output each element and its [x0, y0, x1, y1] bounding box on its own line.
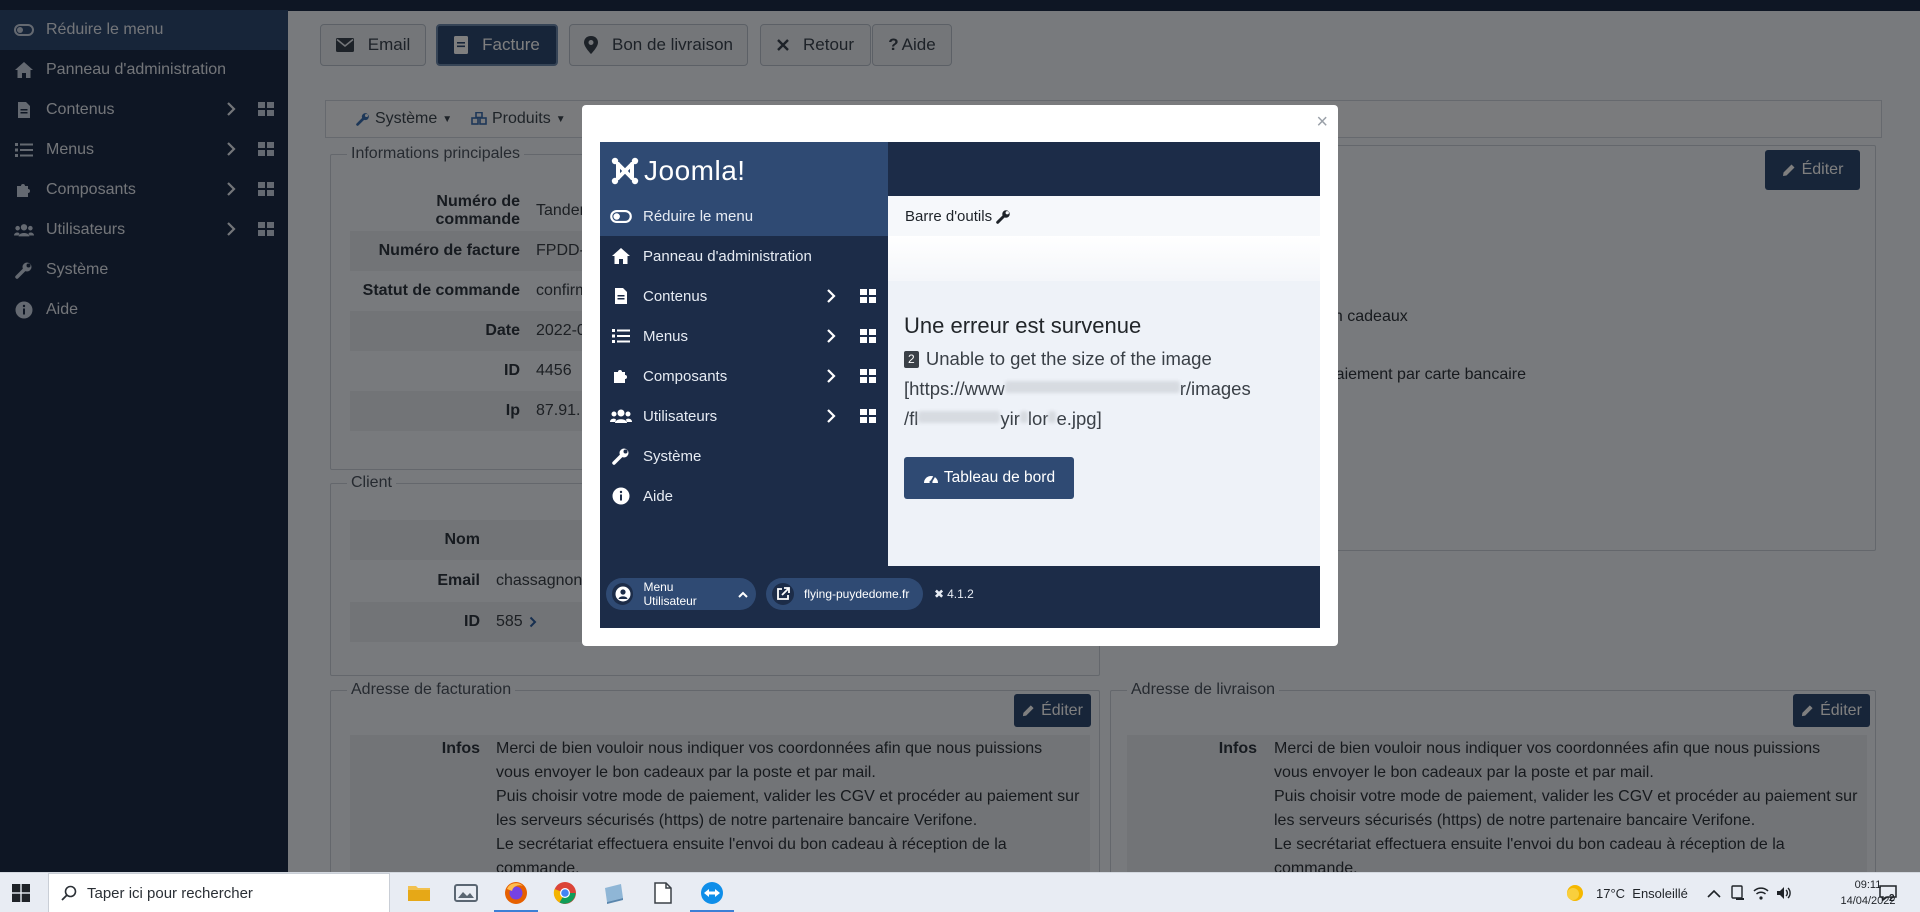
- toolbar-label: Barre d'outils: [905, 207, 993, 225]
- error-text: [https://www: [904, 378, 1005, 399]
- sidebar-item-label: Système: [643, 447, 702, 465]
- chrome-icon[interactable]: [551, 879, 579, 907]
- error-text: /fl: [904, 408, 919, 429]
- sidebar-item-users[interactable]: Utilisateurs: [600, 396, 888, 436]
- sidebar-item-label: Utilisateurs: [643, 407, 718, 425]
- joomla-logo[interactable]: Joomla!: [610, 155, 746, 187]
- info-icon: [610, 487, 632, 505]
- sidebar-item-menus[interactable]: Menus: [600, 316, 888, 356]
- modal-toolbar[interactable]: Barre d'outils: [888, 196, 1320, 236]
- version-info: ✖ 4.1.2: [934, 587, 974, 601]
- sidebar-item-system[interactable]: Système: [600, 436, 888, 476]
- redacted-text: [918, 411, 1001, 423]
- error-modal: × Joomla! Réduire le menu Panneau d'admi…: [582, 105, 1338, 646]
- user-menu-button[interactable]: Menu Utilisateur: [606, 578, 756, 610]
- chevron-right-icon: [826, 408, 836, 428]
- close-icon[interactable]: ×: [1316, 111, 1328, 134]
- sidebar-item-help[interactable]: Aide: [600, 476, 888, 516]
- windows-start-icon[interactable]: [12, 884, 30, 907]
- volume-icon[interactable]: [1776, 873, 1792, 912]
- wrench-icon: [610, 447, 632, 465]
- dashboard-button-label: Tableau de bord: [943, 469, 1056, 486]
- toggle-icon: [610, 209, 632, 223]
- search-placeholder: Taper ici pour rechercher: [87, 884, 253, 902]
- logo-text: Joomla!: [644, 155, 746, 186]
- chevron-right-icon: [826, 368, 836, 388]
- file-explorer-icon[interactable]: [405, 879, 433, 907]
- sidebar-item-components[interactable]: Composants: [600, 356, 888, 396]
- chevron-right-icon: [826, 288, 836, 308]
- joomla-small-icon: ✖: [934, 587, 945, 601]
- sun-icon: [1566, 884, 1584, 902]
- logo-area: Joomla!: [600, 142, 888, 196]
- error-text: e.jpg]: [1056, 408, 1102, 429]
- error-message: 2 Unable to get the size of the image [h…: [904, 344, 1309, 434]
- sidebar-item-label: Réduire le menu: [643, 207, 754, 225]
- dashboard-grid-icon[interactable]: [860, 409, 876, 427]
- sidebar-item-label: Aide: [643, 487, 674, 505]
- search-icon: [61, 885, 77, 901]
- windows-app-icon[interactable]: [600, 879, 628, 907]
- sidebar-item-label: Composants: [643, 367, 728, 385]
- error-text: yir: [1000, 408, 1020, 429]
- dashboard-grid-icon[interactable]: [860, 329, 876, 347]
- modal-iframe-content: Joomla! Réduire le menu Panneau d'admini…: [600, 142, 1320, 628]
- dashboard-grid-icon[interactable]: [860, 289, 876, 307]
- sidebar-item-collapse-menu[interactable]: Réduire le menu: [600, 196, 888, 236]
- puzzle-icon: [610, 367, 632, 385]
- external-link-icon: [772, 583, 794, 605]
- error-title: Une erreur est survenue: [904, 313, 1142, 338]
- site-link-button[interactable]: flying-puydedome.fr: [766, 578, 923, 610]
- version-label: 4.1.2: [947, 587, 974, 601]
- taskbar-search-box[interactable]: Taper ici pour rechercher: [48, 873, 390, 912]
- sidebar-item-label: Panneau d'administration: [643, 247, 812, 265]
- list-icon: [610, 328, 632, 344]
- firefox-icon[interactable]: [494, 879, 538, 912]
- chevron-up-icon: [738, 591, 748, 598]
- dashboard-button[interactable]: Tableau de bord: [904, 457, 1074, 499]
- users-icon: [610, 408, 632, 424]
- user-menu-label: Menu Utilisateur: [643, 580, 697, 608]
- home-icon: [610, 247, 632, 265]
- subheader-strip: [888, 236, 1320, 281]
- notification-center[interactable]: 2: [1879, 873, 1897, 912]
- sidebar-item-admin-panel[interactable]: Panneau d'administration: [600, 236, 888, 276]
- redacted-text: [1004, 381, 1180, 393]
- wifi-icon[interactable]: [1753, 873, 1769, 912]
- error-text: lor: [1027, 408, 1049, 429]
- joomla-icon: [611, 157, 639, 185]
- weather-text: 17°C Ensoleillé: [1596, 885, 1688, 901]
- notification-count: 2: [1889, 893, 1895, 904]
- wrench-icon: [996, 209, 1011, 224]
- site-link-label: flying-puydedome.fr: [804, 587, 910, 601]
- redacted-text: [1048, 411, 1057, 423]
- photos-app-icon[interactable]: [452, 879, 480, 907]
- error-text: Unable to get the size of the image: [925, 348, 1212, 369]
- dashboard-grid-icon[interactable]: [860, 369, 876, 387]
- redacted-text: [1019, 411, 1028, 423]
- document-icon[interactable]: [649, 879, 677, 907]
- error-text: r/images: [1179, 378, 1251, 399]
- user-circle-icon: [612, 583, 634, 605]
- modal-sidebar: Réduire le menu Panneau d'administration…: [600, 196, 888, 566]
- sidebar-item-label: Contenus: [643, 287, 708, 305]
- device-icon[interactable]: [1730, 873, 1746, 912]
- chevron-up-icon[interactable]: [1707, 873, 1721, 912]
- tachometer-icon: [923, 471, 939, 485]
- windows-taskbar: Taper ici pour rechercher 17°C Ensoleill…: [0, 872, 1920, 912]
- error-count-badge: 2: [904, 351, 919, 368]
- sidebar-item-label: Menus: [643, 327, 689, 345]
- weather-widget[interactable]: 17°C Ensoleillé: [1566, 873, 1688, 912]
- teamviewer-icon[interactable]: [690, 879, 734, 912]
- modal-footer: Menu Utilisateur flying-puydedome.fr ✖ 4…: [600, 566, 1320, 628]
- sidebar-item-contents[interactable]: Contenus: [600, 276, 888, 316]
- modal-main-content: Barre d'outils Une erreur est survenue 2…: [888, 196, 1320, 566]
- chevron-right-icon: [826, 328, 836, 348]
- file-icon: [610, 287, 632, 305]
